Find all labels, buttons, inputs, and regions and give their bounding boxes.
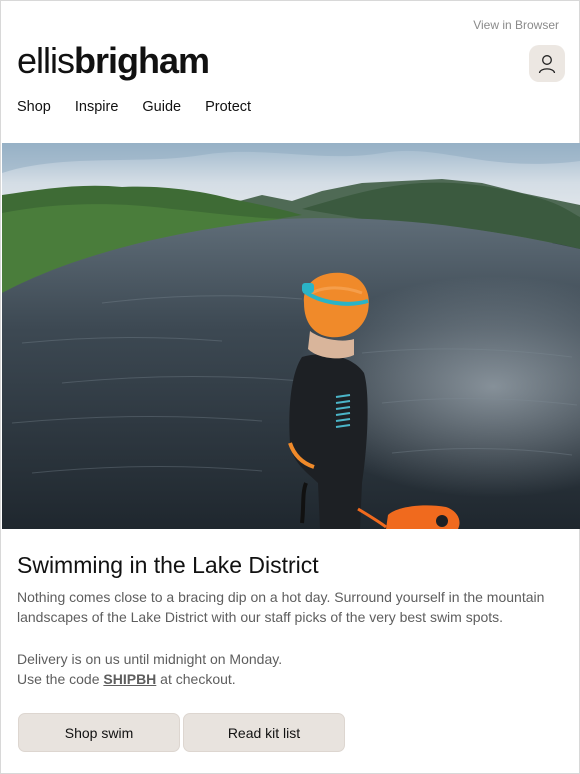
code-suffix: at checkout. bbox=[156, 671, 236, 687]
account-button[interactable] bbox=[529, 45, 565, 82]
shop-swim-button[interactable]: Shop swim bbox=[18, 713, 180, 752]
delivery-message: Delivery is on us until midnight on Mond… bbox=[17, 649, 557, 689]
user-icon bbox=[538, 54, 556, 73]
nav-item-protect[interactable]: Protect bbox=[205, 99, 251, 115]
nav-item-shop[interactable]: Shop bbox=[17, 99, 51, 115]
promo-code[interactable]: SHIPBH bbox=[103, 671, 156, 687]
logo-light-part: ellis bbox=[17, 40, 75, 81]
nav-item-inspire[interactable]: Inspire bbox=[75, 99, 119, 115]
hero-image[interactable] bbox=[2, 143, 580, 529]
brand-logo[interactable]: ellisbrigham bbox=[17, 40, 210, 81]
delivery-line: Delivery is on us until midnight on Mond… bbox=[17, 651, 283, 667]
article-title: Swimming in the Lake District bbox=[17, 552, 319, 578]
read-kit-list-button[interactable]: Read kit list bbox=[183, 713, 345, 752]
code-prefix: Use the code bbox=[17, 671, 104, 687]
email-frame: View in Browser ellisbrigham Shop Inspir… bbox=[0, 0, 580, 774]
article-body: Nothing comes close to a bracing dip on … bbox=[17, 589, 545, 625]
lake-swimmer-photo bbox=[2, 143, 580, 529]
nav-item-guide[interactable]: Guide bbox=[142, 99, 181, 115]
logo-bold-part: brigham bbox=[74, 40, 210, 81]
main-nav: Shop Inspire Guide Protect bbox=[17, 99, 251, 115]
view-in-browser-link[interactable]: View in Browser bbox=[473, 18, 559, 32]
